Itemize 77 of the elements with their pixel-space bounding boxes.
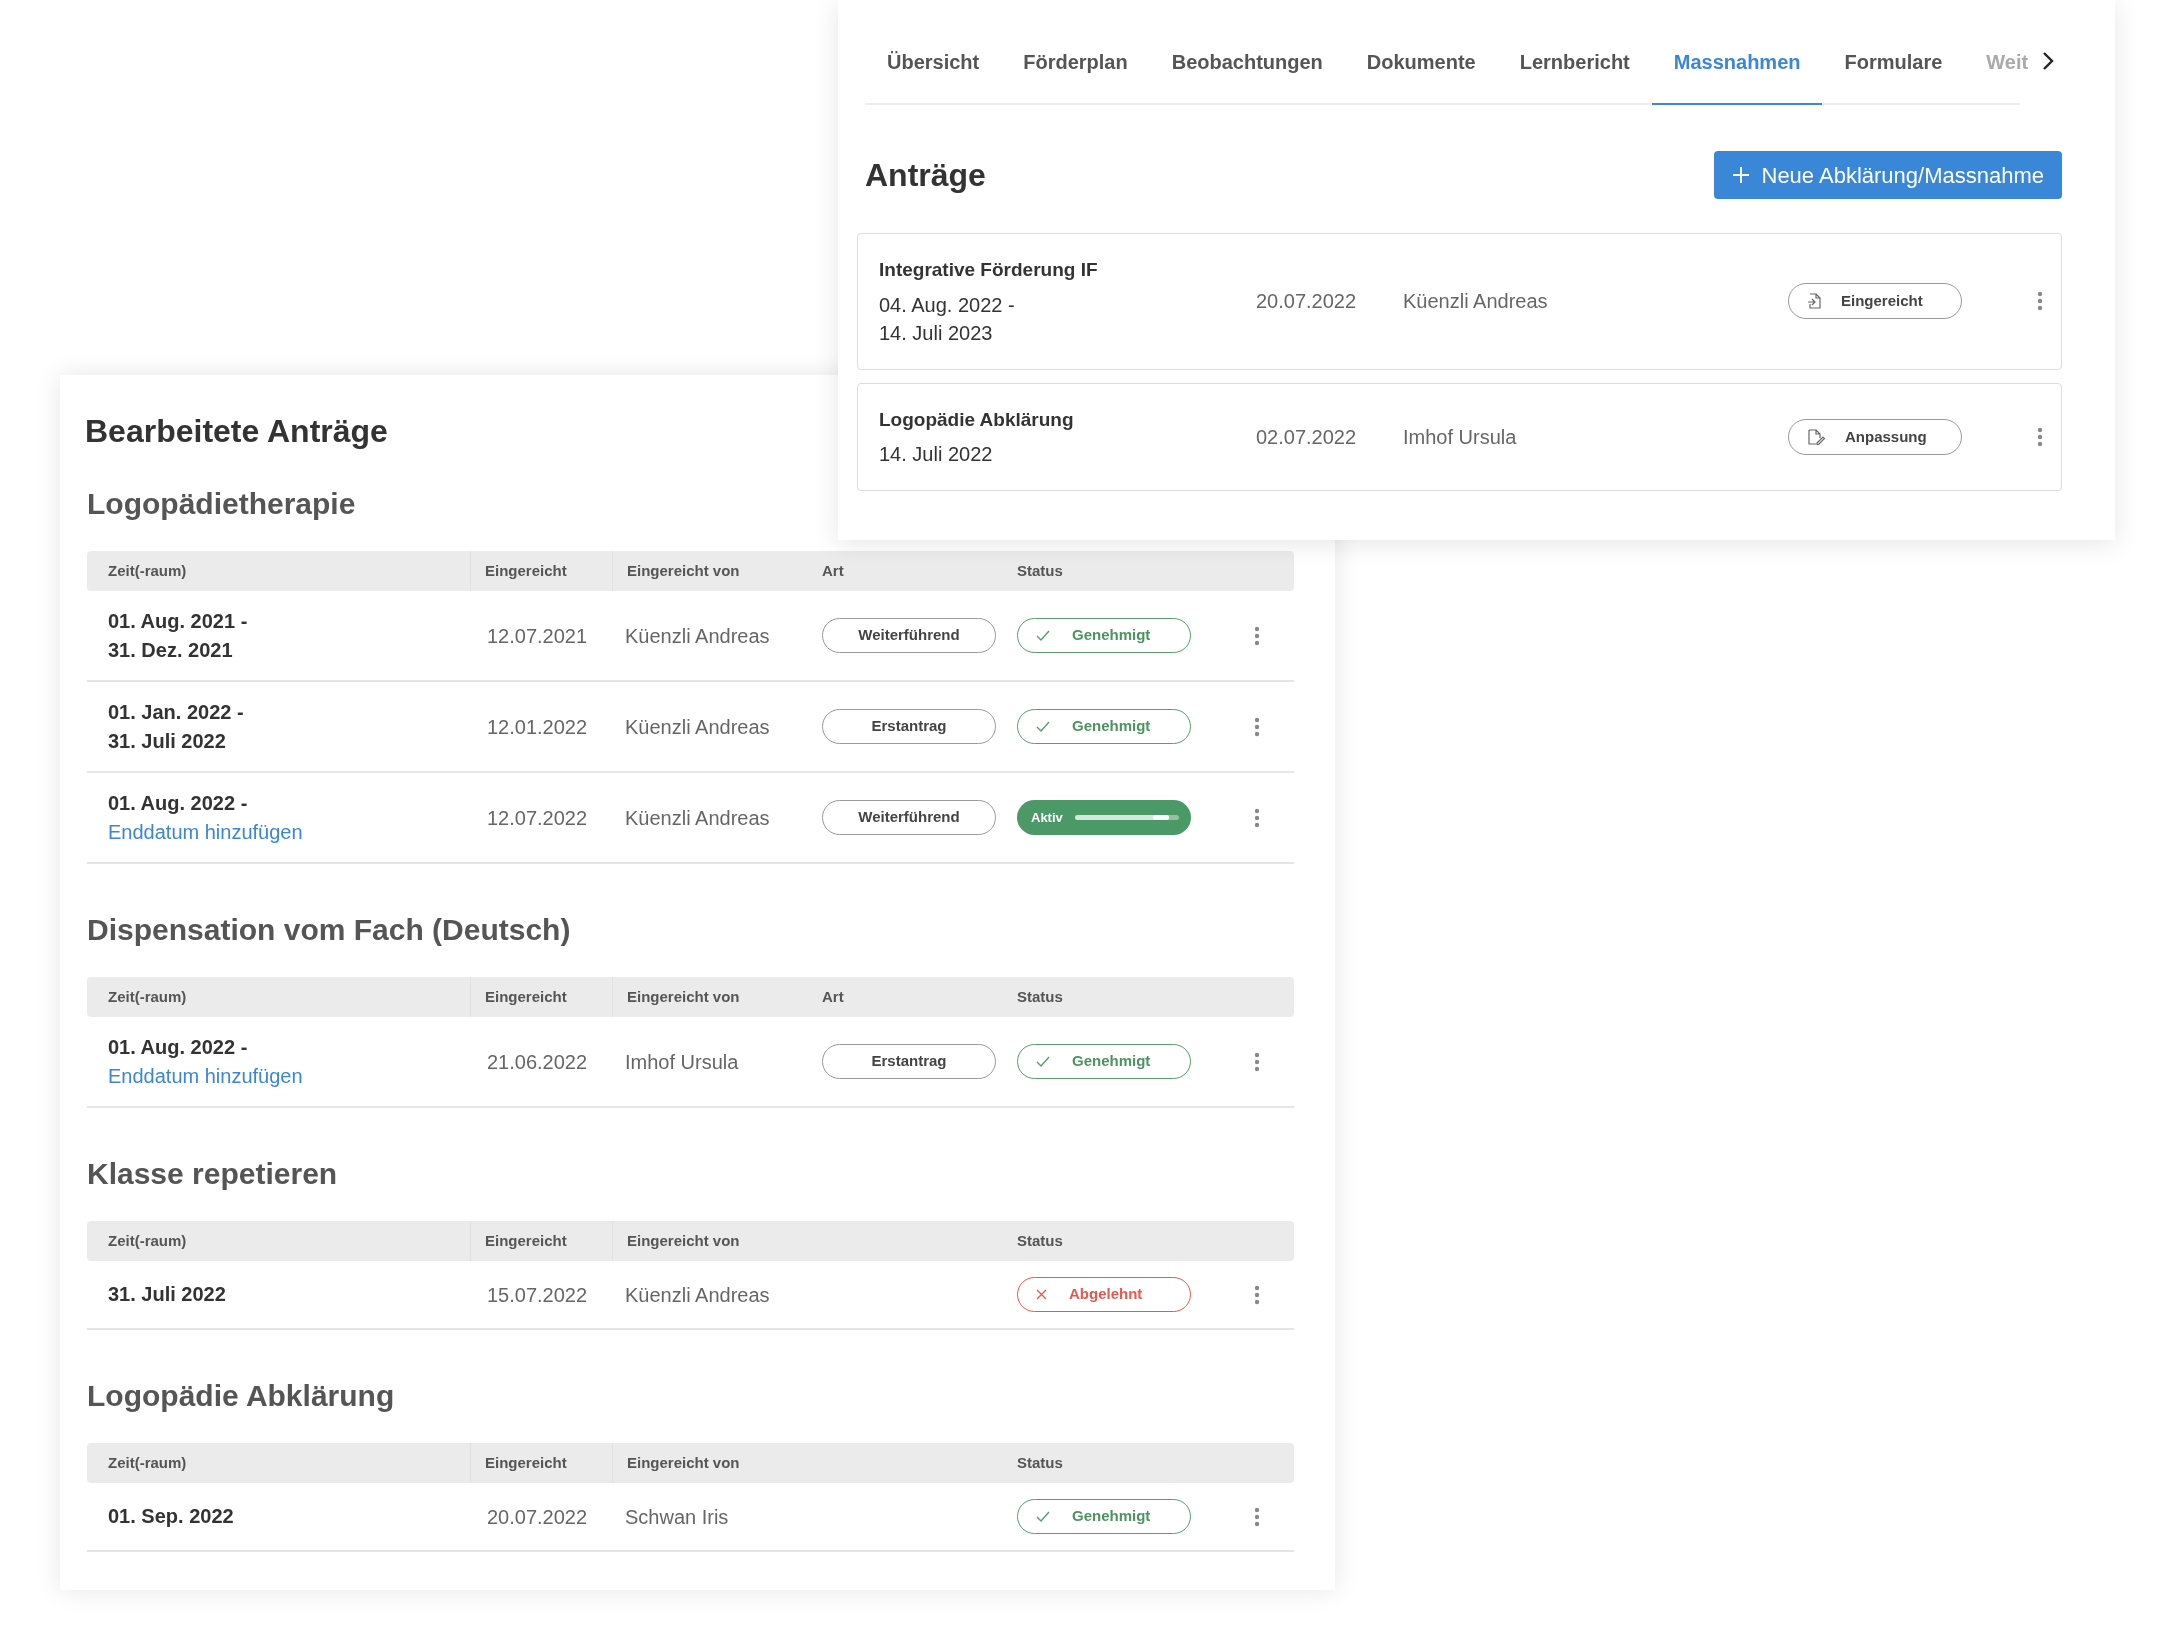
column-header: Zeit(-raum) [108, 560, 187, 581]
section-heading: Klasse repetieren [87, 1156, 339, 1192]
submitter-name: Küenzli Andreas [625, 1283, 770, 1306]
tab[interactable]: Beobachtungen [1149, 41, 1345, 105]
kebab-icon [1254, 716, 1260, 737]
submitter-name: Imhof Ursula [625, 1050, 739, 1073]
chevron-right-icon [2042, 51, 2054, 71]
column-header: Eingereicht [485, 1452, 567, 1473]
kebab-icon [1254, 1051, 1260, 1072]
submitted-date: 21.06.2022 [487, 1050, 588, 1073]
column-header: Zeit(-raum) [108, 1230, 187, 1251]
tab[interactable]: Massnahmen [1651, 41, 1823, 105]
check-icon [1036, 630, 1050, 641]
column-header: Eingereicht von [627, 1230, 740, 1251]
document-pen-icon [1807, 428, 1825, 445]
submitter-name: Schwan Iris [625, 1505, 729, 1528]
submitted-date: 12.07.2022 [487, 806, 588, 829]
period-text: 01. Aug. 2021 - 31. Dez. 2021 [108, 608, 249, 663]
submitted-date: 20.07.2022 [487, 1505, 588, 1528]
add-end-date-link[interactable]: Enddatum hinzufügen [108, 817, 303, 847]
submitted-date: 20.07.2022 [1256, 289, 1358, 315]
submitter-name: Küenzli Andreas [625, 806, 770, 829]
section-title: Anträge [865, 156, 986, 195]
page-title: Bearbeitete Anträge [85, 412, 388, 451]
column-header: Eingereicht [485, 1230, 567, 1251]
request-title: Integrative Förderung IF [879, 258, 1099, 282]
kebab-icon [1254, 625, 1260, 646]
request-period: 04. Aug. 2022 - 14. Juli 2023 [879, 292, 1016, 346]
column-header: Eingereicht von [627, 1452, 740, 1473]
column-header: Status [1017, 1452, 1063, 1473]
kebab-icon [1254, 1284, 1260, 1305]
add-end-date-link[interactable]: Enddatum hinzufügen [108, 1061, 303, 1091]
check-icon [1036, 721, 1050, 732]
tab[interactable]: Übersicht [865, 41, 1002, 105]
column-header: Eingereicht [485, 986, 567, 1007]
section-heading: Dispensation vom Fach (Deutsch) [87, 912, 572, 948]
tab[interactable]: Formulare [1822, 41, 1965, 105]
submitted-date: 12.07.2021 [487, 624, 588, 647]
column-header: Eingereicht von [627, 986, 740, 1007]
submitted-date: 02.07.2022 [1256, 424, 1358, 450]
kebab-icon [1254, 1506, 1260, 1527]
column-header: Status [1017, 560, 1063, 581]
column-header: Art [822, 986, 844, 1007]
kebab-icon [1254, 807, 1260, 828]
period-text: 01. Sep. 2022 [108, 1504, 235, 1529]
tab[interactable]: Förderplan [1001, 41, 1150, 105]
check-icon [1036, 1056, 1050, 1067]
column-header: Zeit(-raum) [108, 1452, 187, 1473]
column-header: Status [1017, 986, 1063, 1007]
period-text: 31. Juli 2022 [108, 1282, 227, 1307]
close-icon [1036, 1289, 1047, 1300]
period-text: 01. Aug. 2022 - [108, 790, 249, 816]
submitted-date: 15.07.2022 [487, 1283, 588, 1306]
tab[interactable]: Dokumente [1344, 41, 1498, 105]
submitter-name: Küenzli Andreas [625, 715, 770, 738]
column-header: Art [822, 560, 844, 581]
column-header: Status [1017, 1230, 1063, 1251]
tab[interactable]: Lernbericht [1497, 41, 1652, 105]
section-heading: Logopädie Abklärung [87, 1378, 396, 1414]
column-header: Eingereicht von [627, 560, 740, 581]
submitter-name: Küenzli Andreas [625, 624, 770, 647]
column-header: Eingereicht [485, 560, 567, 581]
submitter-name: Küenzli Andreas [1403, 289, 1549, 315]
kebab-icon [2037, 426, 2043, 447]
kebab-icon [2037, 291, 2043, 312]
section-heading: Logopädietherapie [87, 486, 357, 522]
check-icon [1036, 1511, 1050, 1522]
document-arrow-icon [1807, 293, 1821, 310]
period-text: 01. Jan. 2022 - 31. Juli 2022 [108, 699, 245, 754]
plus-icon [1731, 166, 1750, 184]
column-header: Zeit(-raum) [108, 986, 187, 1007]
request-period: 14. Juli 2022 [879, 442, 994, 467]
new-request-button[interactable]: Neue Abklärung/Massnahme [1713, 151, 2062, 199]
submitted-date: 12.01.2022 [487, 715, 588, 738]
request-title: Logopädie Abklärung [879, 407, 1075, 432]
period-text: 01. Aug. 2022 - [108, 1034, 249, 1060]
submitter-name: Imhof Ursula [1403, 424, 1518, 450]
